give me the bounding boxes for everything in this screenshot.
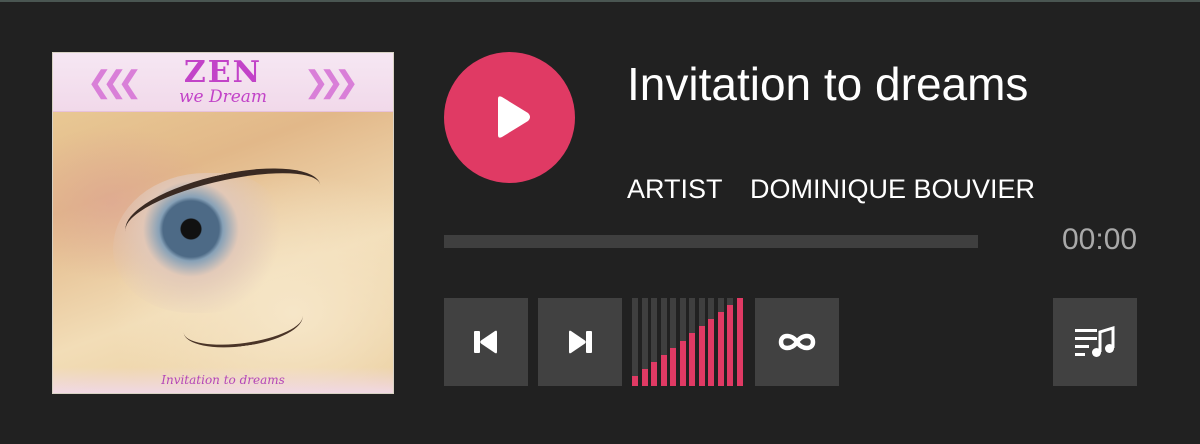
artist-label: ARTIST <box>627 174 723 204</box>
track-title: Invitation to dreams <box>627 58 1029 110</box>
volume-bar-fill <box>660 354 667 386</box>
volume-meter[interactable] <box>632 298 746 386</box>
artist-name: DOMINIQUE BOUVIER <box>750 174 1036 204</box>
play-icon <box>498 96 530 138</box>
volume-bar[interactable] <box>651 298 657 386</box>
volume-bar[interactable] <box>632 298 638 386</box>
volume-bar-fill <box>698 326 705 386</box>
progress-bar[interactable] <box>444 235 978 248</box>
repeat-button[interactable] <box>755 298 839 386</box>
album-cover: ❮❮❮ ❯❯❯ ZEN we Dream Invitation to dream… <box>52 52 394 394</box>
volume-bar-fill <box>717 312 724 386</box>
volume-bar[interactable] <box>670 298 676 386</box>
volume-bar-fill <box>736 298 743 386</box>
volume-bar[interactable] <box>736 298 743 386</box>
skip-previous-icon <box>474 330 497 354</box>
top-border <box>0 0 1200 2</box>
volume-bar-fill <box>651 361 657 386</box>
cover-footer: Invitation to dreams <box>53 367 393 393</box>
volume-bar[interactable] <box>727 298 733 386</box>
volume-bar[interactable] <box>641 298 648 386</box>
volume-bar[interactable] <box>708 298 714 386</box>
volume-bar-fill <box>679 340 686 386</box>
playlist-music-icon <box>1075 325 1115 357</box>
volume-bar-fill <box>708 319 714 386</box>
playlist-button[interactable] <box>1053 298 1137 386</box>
volume-bar-fill <box>670 347 676 386</box>
volume-bar[interactable] <box>660 298 667 386</box>
volume-bar[interactable] <box>689 298 695 386</box>
cover-banner: ❮❮❮ ❯❯❯ ZEN we Dream <box>53 53 393 112</box>
previous-track-button[interactable] <box>444 298 528 386</box>
cover-subtitle: we Dream <box>178 87 268 107</box>
skip-next-icon <box>569 330 592 354</box>
volume-bar-fill <box>689 333 695 386</box>
volume-bar[interactable] <box>717 298 724 386</box>
time-display: 00:00 <box>1062 223 1138 256</box>
play-button[interactable] <box>444 52 575 183</box>
infinity-loop-icon <box>778 333 816 351</box>
cover-title: ZEN <box>183 55 263 90</box>
next-track-button[interactable] <box>538 298 622 386</box>
volume-bar[interactable] <box>679 298 686 386</box>
volume-bar[interactable] <box>698 298 705 386</box>
volume-bar-fill <box>641 368 648 386</box>
volume-bar-fill <box>632 376 638 386</box>
volume-bar-fill <box>727 305 733 386</box>
